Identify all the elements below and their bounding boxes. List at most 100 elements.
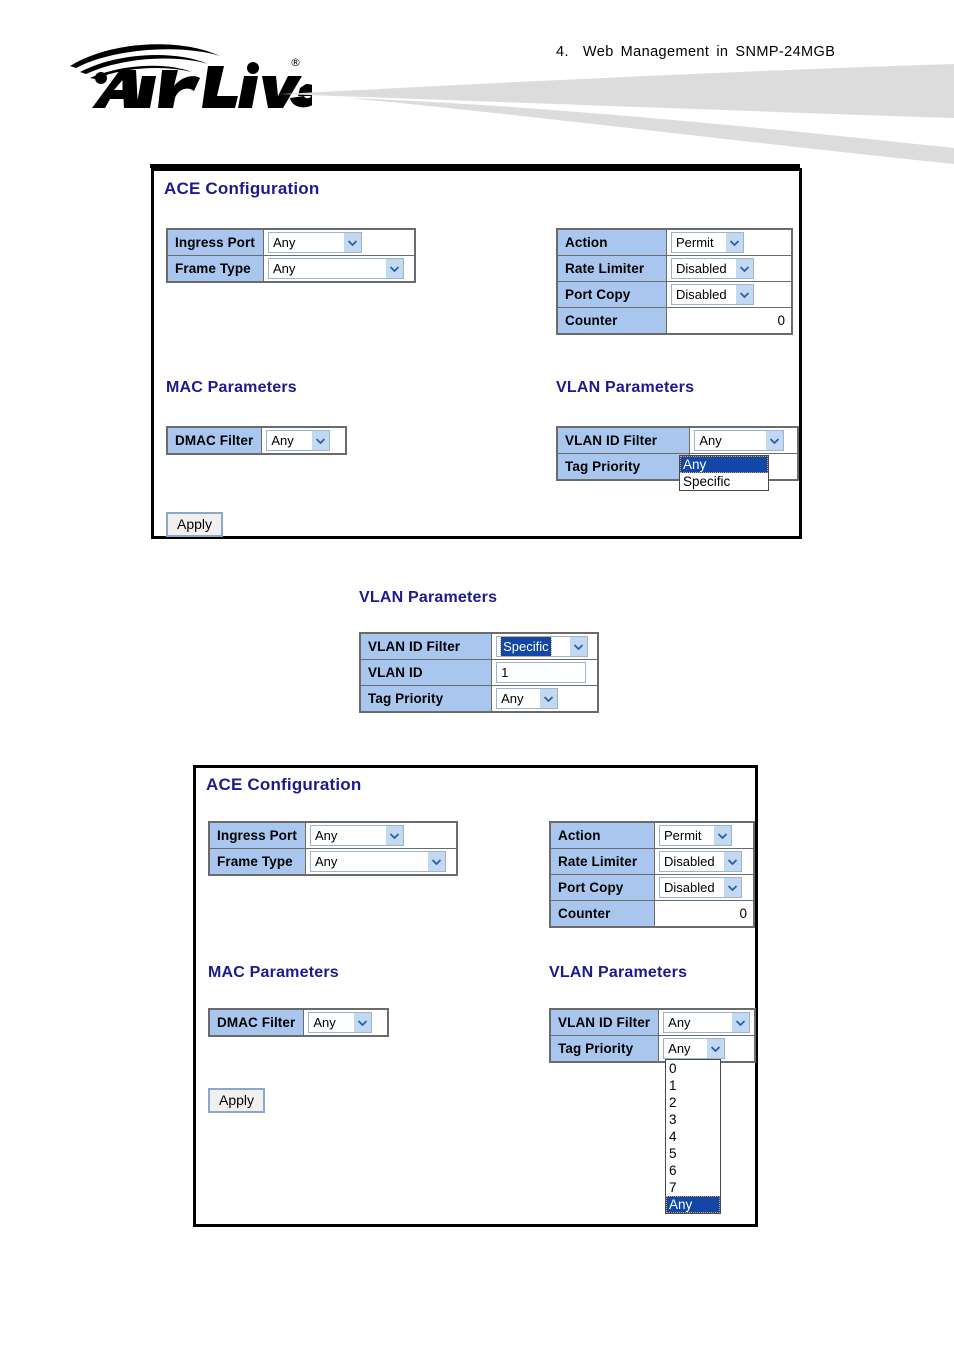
action-select[interactable]: Permit (671, 232, 744, 253)
cell-dmac-filter-value: Any (261, 426, 347, 455)
cell-vlan-id-filter-value: Any (689, 426, 799, 454)
dropdown-option-specific[interactable]: Specific (680, 473, 768, 490)
vlan-id-filter-select[interactable]: Any (663, 1012, 751, 1033)
cell-frame-type-value: Any (262, 255, 416, 283)
vlan-id-filter-open-dropdown[interactable]: Any Specific (679, 455, 769, 491)
table-row: Frame Type Any (166, 255, 416, 283)
chevron-down-icon (736, 259, 753, 278)
dropdown-option-2[interactable]: 2 (666, 1094, 720, 1111)
row-label-dmac-filter: DMAC Filter (166, 426, 263, 455)
vlan-id-input[interactable]: 1 (496, 662, 587, 683)
title-word-3: SNMP-24MGB (735, 44, 836, 60)
ace-configuration-panel-1: ACE Configuration Ingress Port Any Frame… (151, 168, 802, 539)
panel1-mac-table: DMAC Filter Any (166, 426, 348, 455)
counter-value: 0 (666, 307, 793, 335)
chevron-down-icon (723, 878, 741, 897)
row-label-action: Action (549, 821, 655, 849)
table-row: Action Permit (556, 228, 793, 256)
dropdown-option-any[interactable]: Any (666, 1196, 720, 1213)
counter-value: 0 (653, 900, 755, 928)
chevron-down-icon (732, 1013, 750, 1032)
row-label-ingress-port: Ingress Port (166, 228, 264, 256)
panel2-action-table: Action Permit Rate Limiter Disabled Port… (549, 821, 755, 928)
action-select[interactable]: Permit (658, 825, 732, 846)
apply-button-panel2[interactable]: Apply (208, 1088, 266, 1113)
vlan-id-filter-select[interactable]: Any (694, 430, 785, 451)
table-row: Rate Limiter Disabled (549, 848, 755, 875)
dropdown-option-3[interactable]: 3 (666, 1111, 720, 1128)
cell-tag-priority-value: Any (491, 685, 599, 713)
port-copy-select[interactable]: Disabled (658, 877, 742, 898)
ingress-port-select[interactable]: Any (267, 232, 362, 253)
table-row: DMAC Filter Any (208, 1008, 389, 1037)
dropdown-option-1[interactable]: 1 (666, 1077, 720, 1094)
row-label-vlan-id-filter: VLAN ID Filter (549, 1008, 660, 1036)
cell-port-copy-value: Disabled (653, 874, 755, 901)
chevron-down-icon (766, 431, 784, 450)
apply-button-panel1[interactable]: Apply (166, 512, 224, 537)
frame-type-select[interactable]: Any (309, 851, 446, 872)
dropdown-option-6[interactable]: 6 (666, 1162, 720, 1179)
table-row: Tag Priority Any (549, 1035, 756, 1063)
tag-priority-select[interactable]: Any (663, 1038, 726, 1059)
chevron-down-icon (726, 233, 743, 252)
vlan-parameters-title: VLAN Parameters (556, 379, 695, 396)
cell-frame-type-value: Any (304, 848, 458, 876)
table-row: Frame Type Any (208, 848, 458, 876)
rate-limiter-select[interactable]: Disabled (671, 258, 754, 279)
row-label-port-copy: Port Copy (556, 281, 667, 308)
row-label-ingress-port: Ingress Port (208, 821, 306, 849)
cell-dmac-filter-value: Any (303, 1008, 389, 1037)
row-label-rate-limiter: Rate Limiter (556, 255, 667, 282)
dropdown-option-0[interactable]: 0 (666, 1060, 720, 1077)
row-label-port-copy: Port Copy (549, 874, 655, 901)
ace-configuration-panel-2: ACE Configuration Ingress Port Any Frame… (193, 765, 758, 1227)
chevron-down-icon (312, 431, 330, 450)
middle-vlan-table: VLAN ID Filter Specific VLAN ID 1 Tag Pr… (359, 632, 599, 713)
panel1-ingress-frame-table: Ingress Port Any Frame Type Any (166, 228, 416, 283)
rate-limiter-select[interactable]: Disabled (658, 851, 742, 872)
tag-priority-open-dropdown[interactable]: 0 1 2 3 4 5 6 7 Any (665, 1059, 721, 1214)
row-label-counter: Counter (549, 900, 655, 928)
cell-port-copy-value: Disabled (666, 281, 793, 308)
table-row: Action Permit (549, 821, 755, 849)
chevron-down-icon (707, 1039, 725, 1058)
title-word-2: in (716, 44, 729, 60)
panel2-mac-table: DMAC Filter Any (208, 1008, 390, 1037)
dmac-filter-select[interactable]: Any (308, 1012, 373, 1033)
cell-ingress-port-value: Any (304, 821, 458, 849)
row-label-action: Action (556, 228, 667, 256)
ingress-port-select[interactable]: Any (309, 825, 404, 846)
chapter-number: 4. (556, 44, 569, 60)
dropdown-option-4[interactable]: 4 (666, 1128, 720, 1145)
chevron-down-icon (427, 852, 445, 871)
port-copy-select[interactable]: Disabled (671, 284, 754, 305)
chevron-down-icon (736, 285, 753, 304)
airlive-logo: ® (62, 36, 312, 108)
dropdown-option-any[interactable]: Any (680, 456, 768, 473)
dropdown-option-5[interactable]: 5 (666, 1145, 720, 1162)
dropdown-option-7[interactable]: 7 (666, 1179, 720, 1196)
panel1-title: ACE Configuration (164, 179, 320, 198)
vlan-id-filter-select[interactable]: Specific (496, 636, 589, 657)
table-row: DMAC Filter Any (166, 426, 347, 455)
row-label-dmac-filter: DMAC Filter (208, 1008, 305, 1037)
cell-action-value: Permit (653, 821, 755, 849)
title-word-1: Management (620, 44, 710, 60)
chevron-down-icon (385, 826, 403, 845)
mac-parameters-title: MAC Parameters (208, 964, 339, 981)
row-label-counter: Counter (556, 307, 667, 335)
cell-vlan-id-filter-value: Any (658, 1008, 756, 1036)
table-row: VLAN ID 1 (359, 659, 599, 686)
tag-priority-select[interactable]: Any (496, 688, 559, 709)
middle-vlan-parameters-title: VLAN Parameters (359, 589, 498, 606)
dmac-filter-select[interactable]: Any (266, 430, 331, 451)
cell-rate-limiter-value: Disabled (653, 848, 755, 875)
table-row: VLAN ID Filter Any (549, 1008, 756, 1036)
table-row: Tag Priority Any (359, 685, 599, 713)
title-word-0: Web (582, 44, 614, 60)
row-label-tag-priority: Tag Priority (359, 685, 493, 713)
frame-type-select[interactable]: Any (267, 258, 404, 279)
row-label-tag-priority: Tag Priority (549, 1035, 660, 1063)
row-label-vlan-id-filter: VLAN ID Filter (556, 426, 691, 454)
